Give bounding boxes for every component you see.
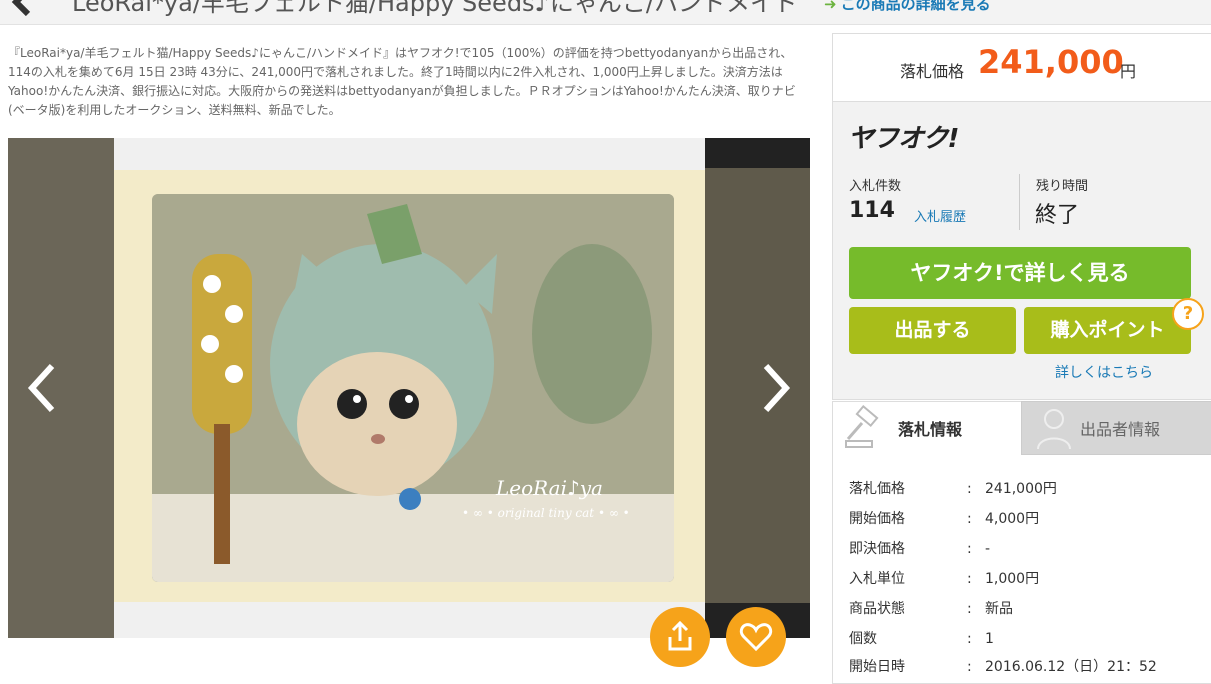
detail-link[interactable]: ➜ この商品の詳細を見る xyxy=(824,0,991,14)
info-row: 落札価格:241,000円 xyxy=(849,478,1057,498)
info-row: 商品状態: 新品 xyxy=(849,598,1013,618)
next-image-button[interactable] xyxy=(750,358,800,418)
info-key: 即決価格 xyxy=(849,541,905,557)
price-unit: 円 xyxy=(1120,62,1137,81)
info-colon: : xyxy=(967,541,972,557)
gavel-icon xyxy=(845,405,879,448)
image-gallery: LeoRai♪ya • ∞ • original tiny cat • ∞ • xyxy=(8,138,810,638)
photo-watermark-sub: • ∞ • original tiny cat • ∞ • xyxy=(462,506,630,520)
info-value: 2016.06.12（日）21：52 xyxy=(985,659,1157,675)
yahuoku-logo: ヤフオク! xyxy=(848,124,959,154)
info-key: 個数 xyxy=(849,631,877,647)
item-description: 『LeoRai*ya/羊毛フェルト猫/Happy Seeds♪にゃんこ/ハンドメ… xyxy=(8,46,796,117)
info-row: 個数:1 xyxy=(849,628,994,648)
info-colon: : xyxy=(967,481,972,497)
photo-watermark: LeoRai♪ya xyxy=(496,476,603,500)
sell-button[interactable]: 出品する xyxy=(849,307,1016,354)
top-bar: LeoRai*ya/羊毛フェルト猫/Happy Seeds♪にゃんこ/ハンドメイ… xyxy=(0,0,1211,25)
purchase-points-button[interactable]: 購入ポイント xyxy=(1024,307,1191,354)
share-icon xyxy=(668,620,692,651)
stat-divider xyxy=(1019,174,1020,230)
info-key: 開始価格 xyxy=(849,511,905,527)
info-row: 開始日時:2016.06.12（日）21：52 xyxy=(849,656,1157,676)
time-remaining-value: 終了 xyxy=(1035,203,1080,228)
info-row: 即決価格: - xyxy=(849,538,990,558)
info-colon: : xyxy=(967,571,972,587)
info-row: 開始価格:4,000円 xyxy=(849,508,1039,528)
info-key: 落札価格 xyxy=(849,481,905,497)
more-info-link[interactable]: 詳しくはこちら xyxy=(1055,362,1153,382)
info-value: 1,000円 xyxy=(985,571,1040,587)
arrow-right-icon: ➜ xyxy=(824,0,837,13)
info-value: 241,000円 xyxy=(985,481,1057,497)
info-value: - xyxy=(985,541,991,557)
bid-history-link[interactable]: 入札履歴 xyxy=(914,206,966,225)
info-key: 入札単位 xyxy=(849,571,905,587)
price-value: 241,000 xyxy=(978,43,1124,81)
heart-icon xyxy=(739,623,773,652)
felt-cat-illustration xyxy=(152,194,674,582)
back-arrow-icon[interactable] xyxy=(8,0,44,16)
info-value: 新品 xyxy=(985,601,1013,617)
price-label: 落札価格 xyxy=(900,62,965,81)
tab-winning-bid-label: 落札情報 xyxy=(898,420,963,439)
info-colon: : xyxy=(967,659,972,675)
share-button[interactable] xyxy=(650,607,710,667)
bids-label: 入札件数 xyxy=(849,179,902,194)
info-row: 入札単位:1,000円 xyxy=(849,568,1039,588)
view-on-yahuoku-button[interactable]: ヤフオク!で詳しく見る xyxy=(849,247,1191,299)
info-colon: : xyxy=(967,601,972,617)
help-icon[interactable]: ? xyxy=(1172,298,1204,330)
info-value: 4,000円 xyxy=(985,511,1040,527)
info-key: 開始日時 xyxy=(849,659,905,675)
time-remaining-label: 残り時間 xyxy=(1036,179,1089,194)
bids-count: 114 xyxy=(849,198,895,223)
info-colon: : xyxy=(967,631,972,647)
previous-image-button[interactable] xyxy=(18,358,68,418)
tab-seller-label: 出品者情報 xyxy=(1080,420,1161,439)
favorite-button[interactable] xyxy=(726,607,786,667)
product-photo[interactable] xyxy=(152,194,674,582)
info-colon: : xyxy=(967,511,972,527)
user-icon xyxy=(1037,409,1071,449)
detail-link-label: この商品の詳細を見る xyxy=(840,0,991,13)
page-title: LeoRai*ya/羊毛フェルト猫/Happy Seeds♪にゃんこ/ハンドメイ… xyxy=(72,0,798,17)
info-value: 1 xyxy=(985,631,994,647)
info-key: 商品状態 xyxy=(849,601,905,617)
